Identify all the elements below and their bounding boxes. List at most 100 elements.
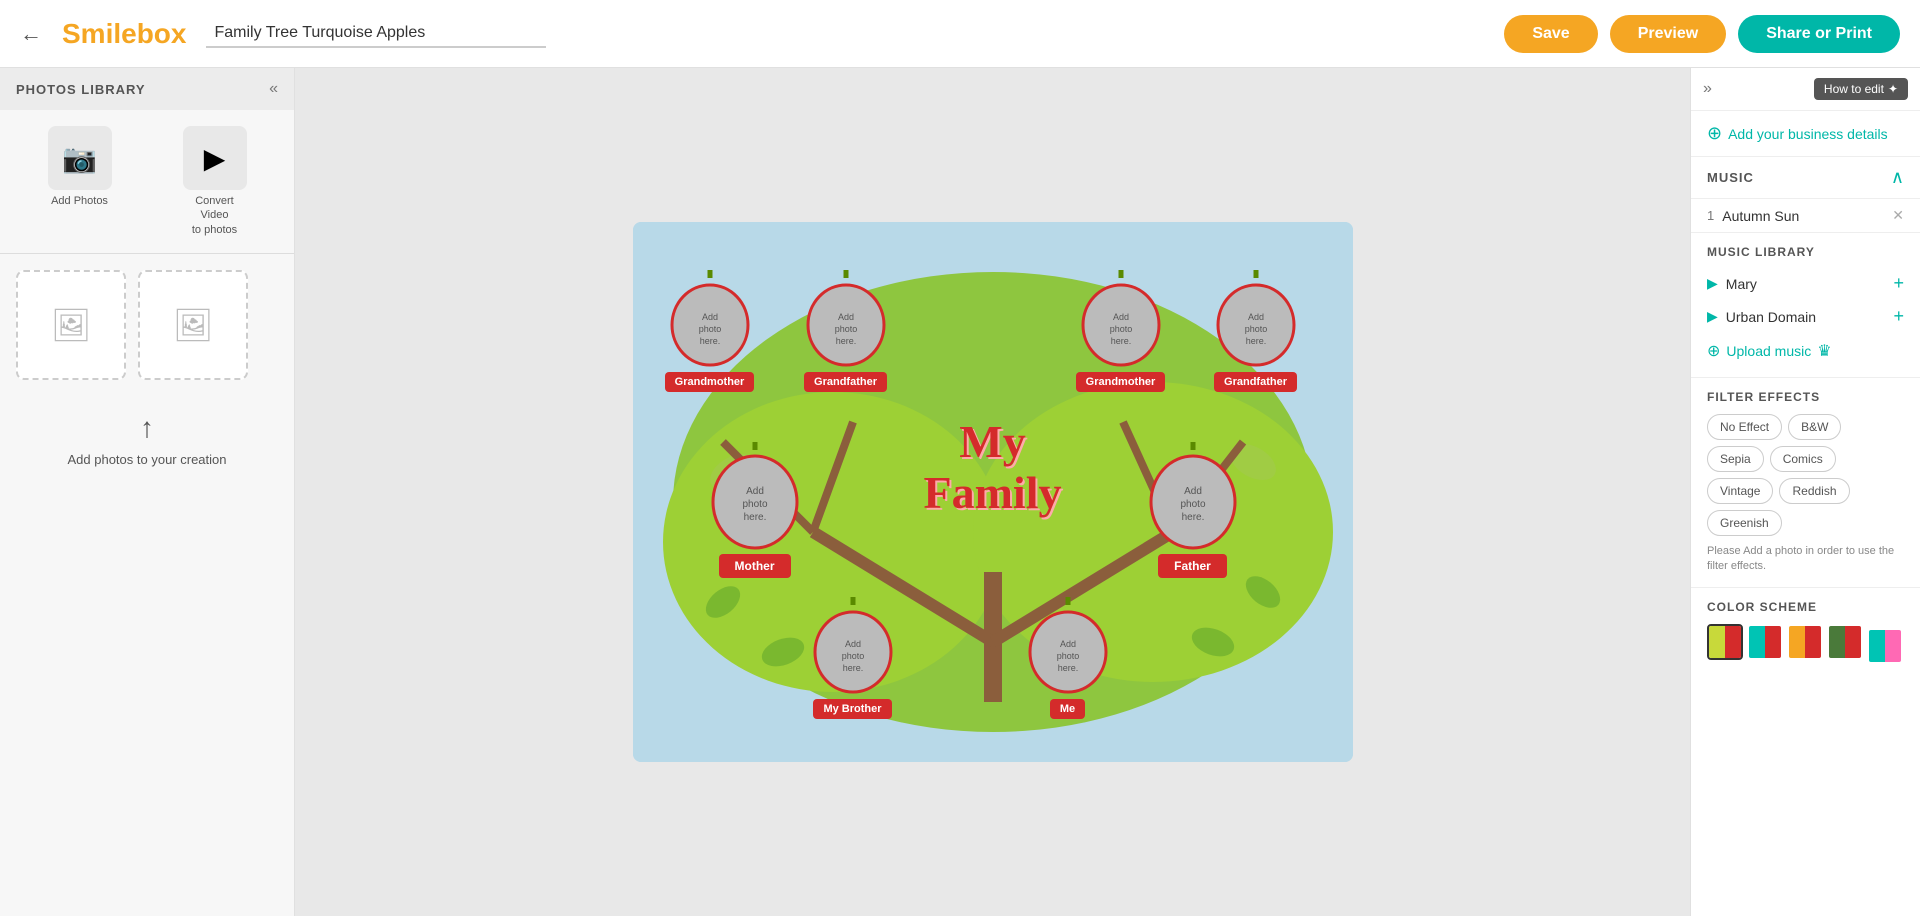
apple-svg-gf1: Add photo here.: [801, 270, 891, 370]
svg-text:Add: Add: [746, 486, 764, 497]
apple-grandfather1[interactable]: Add photo here. Grandfather: [801, 270, 891, 392]
upload-music-button[interactable]: ⊕ Upload music ♛: [1691, 333, 1920, 369]
label-gf2: Grandfather: [1214, 372, 1297, 392]
remove-track-button[interactable]: ✕: [1892, 207, 1904, 224]
apple-svg-bro: Add photo here.: [808, 597, 898, 697]
color-swatch-2[interactable]: [1747, 624, 1783, 660]
my-family-line2: Family: [913, 468, 1073, 519]
svg-text:Add: Add: [844, 639, 860, 649]
play-icon-mary: ▶: [1707, 275, 1718, 292]
svg-text:photo: photo: [1056, 651, 1079, 661]
back-button[interactable]: ←: [20, 21, 42, 47]
convert-video-tool[interactable]: ▶ ConvertVideoto photos: [151, 126, 278, 237]
music-collapse-button[interactable]: ∧: [1891, 167, 1904, 188]
label-brother: My Brother: [813, 699, 891, 719]
photo-slot-icon-1: 🖼: [51, 306, 92, 344]
music-title: MUSIC: [1707, 170, 1754, 185]
svg-text:here.: here.: [699, 336, 720, 346]
topbar: ← Smilebox Save Preview Share or Print: [0, 0, 1920, 68]
label-gm2: Grandmother: [1076, 372, 1166, 392]
add-photos-tool[interactable]: 📷 Add Photos: [16, 126, 143, 237]
add-mary-button[interactable]: +: [1893, 273, 1904, 294]
apple-svg-gf2: Add photo here.: [1211, 270, 1301, 370]
filter-grid: No Effect B&W Sepia Comics Vintage Reddi…: [1707, 414, 1904, 536]
filter-sepia[interactable]: Sepia: [1707, 446, 1764, 472]
save-button[interactable]: Save: [1504, 15, 1597, 53]
library-name-urban: Urban Domain: [1726, 309, 1886, 325]
svg-text:Add: Add: [1059, 639, 1075, 649]
library-item-mary[interactable]: ▶ Mary +: [1691, 267, 1920, 300]
swatch-4-right: [1845, 626, 1861, 658]
svg-text:Add: Add: [837, 312, 853, 322]
svg-text:here.: here.: [1245, 336, 1266, 346]
label-mom: Mother: [719, 554, 791, 578]
main-layout: PHOTOS LIBRARY « 📷 Add Photos ▶ ConvertV…: [0, 68, 1920, 916]
apple-mother[interactable]: Add photo here. Mother: [705, 442, 805, 578]
color-swatch-3[interactable]: [1787, 624, 1823, 660]
filter-comics[interactable]: Comics: [1770, 446, 1836, 472]
photo-slot-2[interactable]: 🖼: [138, 270, 248, 380]
preview-button[interactable]: Preview: [1610, 15, 1726, 53]
svg-text:photo: photo: [841, 651, 864, 661]
apple-svg-dad: Add photo here.: [1143, 442, 1243, 552]
sidebar-title: PHOTOS LIBRARY: [16, 82, 146, 97]
add-business-label: Add your business details: [1728, 126, 1888, 142]
label-me: Me: [1050, 699, 1085, 719]
filter-no-effect[interactable]: No Effect: [1707, 414, 1782, 440]
add-urban-button[interactable]: +: [1893, 306, 1904, 327]
apple-svg-mom: Add photo here.: [705, 442, 805, 552]
label-dad: Father: [1158, 554, 1227, 578]
arrow-up-icon: ↑: [140, 412, 154, 444]
wand-icon: ✦: [1888, 82, 1898, 96]
family-tree-canvas[interactable]: My Family Add photo here. Grandmother: [633, 222, 1353, 762]
plus-circle-icon: ⊕: [1707, 123, 1722, 144]
color-swatches: [1707, 624, 1904, 664]
apple-me[interactable]: Add photo here. Me: [1023, 597, 1113, 719]
convert-video-label: ConvertVideoto photos: [192, 194, 237, 237]
color-scheme-title: COLOR SCHEME: [1707, 600, 1904, 614]
filter-vintage[interactable]: Vintage: [1707, 478, 1773, 504]
canvas-area: My Family Add photo here. Grandmother: [295, 68, 1690, 916]
swatch-2-left: [1749, 626, 1765, 658]
convert-video-icon: ▶: [183, 126, 247, 190]
right-sidebar: » How to edit ✦ ⊕ Add your business deta…: [1690, 68, 1920, 916]
collapse-sidebar-button[interactable]: «: [269, 80, 278, 98]
filter-effects-section: FILTER EFFECTS No Effect B&W Sepia Comic…: [1691, 378, 1920, 588]
color-swatch-5[interactable]: [1867, 628, 1903, 664]
svg-text:here.: here.: [1181, 512, 1204, 523]
swatch-3-right: [1805, 626, 1821, 658]
apple-brother[interactable]: Add photo here. My Brother: [808, 597, 898, 719]
svg-text:photo: photo: [834, 324, 857, 334]
swatch-5-left: [1869, 630, 1885, 662]
how-to-edit-button[interactable]: How to edit ✦: [1814, 78, 1908, 100]
topbar-actions: Save Preview Share or Print: [1504, 15, 1900, 53]
expand-right-panel-button[interactable]: »: [1703, 80, 1712, 98]
swatch-2-right: [1765, 626, 1781, 658]
library-item-urban[interactable]: ▶ Urban Domain +: [1691, 300, 1920, 333]
add-photos-label: Add Photos: [51, 194, 108, 208]
project-title-input[interactable]: [206, 20, 546, 48]
color-swatch-4[interactable]: [1827, 624, 1863, 660]
label-gf1: Grandfather: [804, 372, 887, 392]
apple-svg-gm1: Add photo here.: [665, 270, 755, 370]
apple-grandfather2[interactable]: Add photo here. Grandfather: [1211, 270, 1301, 392]
track-number: 1: [1707, 208, 1714, 223]
library-name-mary: Mary: [1726, 276, 1886, 292]
apple-grandmother2[interactable]: Add photo here. Grandmother: [1076, 270, 1166, 392]
filter-bw[interactable]: B&W: [1788, 414, 1841, 440]
apple-father[interactable]: Add photo here. Father: [1143, 442, 1243, 578]
svg-text:here.: here.: [743, 512, 766, 523]
swatch-5-right: [1885, 630, 1901, 662]
share-button[interactable]: Share or Print: [1738, 15, 1900, 53]
color-scheme-section: COLOR SCHEME: [1691, 588, 1920, 676]
add-business-button[interactable]: ⊕ Add your business details: [1691, 111, 1920, 157]
filter-greenish[interactable]: Greenish: [1707, 510, 1782, 536]
svg-text:here.: here.: [842, 663, 863, 673]
how-to-edit-label: How to edit: [1824, 82, 1884, 96]
apple-grandmother1[interactable]: Add photo here. Grandmother: [665, 270, 755, 392]
filter-reddish[interactable]: Reddish: [1779, 478, 1849, 504]
color-swatch-1[interactable]: [1707, 624, 1743, 660]
add-photos-hint: ↑ Add photos to your creation: [0, 396, 294, 483]
photo-slot-1[interactable]: 🖼: [16, 270, 126, 380]
music-section-header: MUSIC ∧: [1691, 157, 1920, 199]
